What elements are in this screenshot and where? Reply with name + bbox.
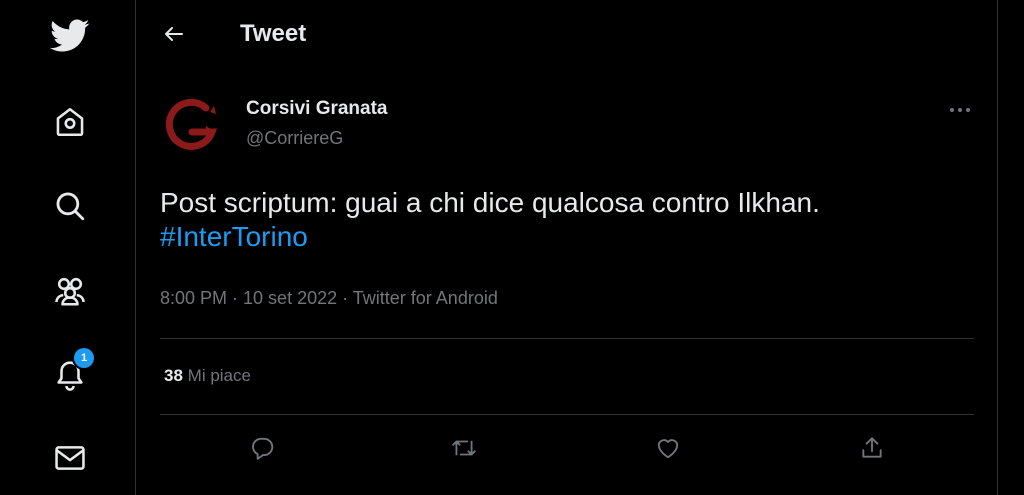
reply-icon (249, 435, 275, 466)
twitter-logo-icon[interactable] (48, 14, 92, 58)
avatar[interactable] (160, 94, 224, 158)
like-button[interactable] (650, 432, 686, 468)
communities-icon[interactable] (48, 268, 92, 312)
back-button[interactable] (156, 18, 192, 54)
notification-badge: 1 (74, 348, 94, 368)
tweet-text: Post scriptum: guai a chi dice qualcosa … (160, 186, 980, 254)
tweet-timestamp[interactable]: 8:00 PM · 10 set 2022 · Twitter for Andr… (160, 288, 498, 309)
hashtag-link[interactable]: #InterTorino (160, 221, 308, 252)
corsivi-granata-logo (165, 98, 218, 150)
likes-label: Mi piace (187, 366, 251, 385)
likes-count: 38 (164, 366, 183, 385)
arrow-left-icon (162, 22, 186, 51)
search-icon[interactable] (48, 184, 92, 228)
messages-icon[interactable] (48, 436, 92, 480)
heart-icon (655, 435, 681, 466)
tweet-detail-column: Tweet Corsivi Granata @CorriereG Post sc… (136, 0, 998, 495)
home-icon[interactable] (48, 100, 92, 144)
share-button[interactable] (854, 432, 890, 468)
author-handle[interactable]: @CorriereG (246, 128, 343, 149)
likes-stat[interactable]: 38 Mi piace (164, 366, 251, 386)
retweet-icon (450, 435, 478, 466)
reply-button[interactable] (244, 432, 280, 468)
divider (160, 338, 974, 339)
more-horizontal-icon (948, 101, 972, 119)
author-display-name[interactable]: Corsivi Granata (246, 98, 388, 120)
divider (160, 414, 974, 415)
retweet-button[interactable] (446, 432, 482, 468)
more-options-button[interactable] (944, 96, 976, 124)
share-icon (859, 435, 885, 466)
tweet-body: Post scriptum: guai a chi dice qualcosa … (160, 187, 820, 218)
page-title: Tweet (240, 20, 307, 47)
sidebar-nav: 1 (0, 0, 135, 495)
